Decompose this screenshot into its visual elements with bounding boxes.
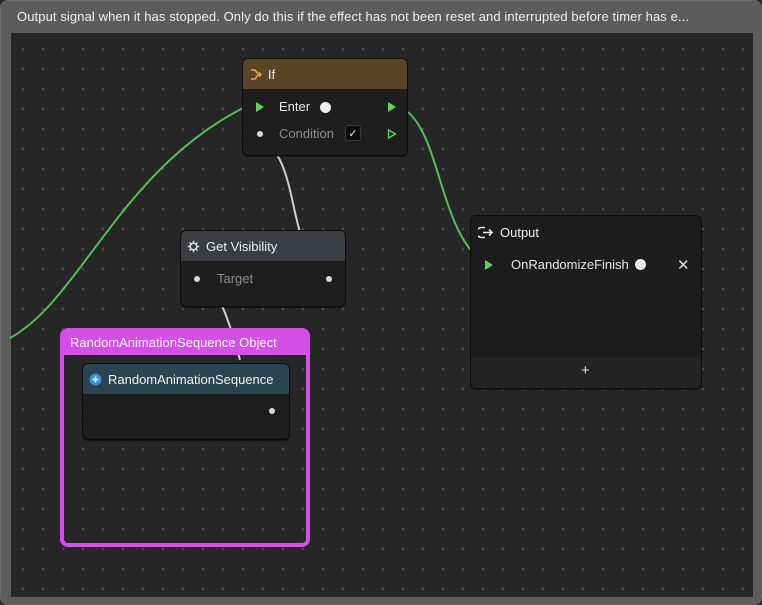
get-visibility-header[interactable]: Get Visibility [181,231,345,261]
if-enter-label: Enter [279,99,311,114]
plus-circle-icon [89,373,102,385]
if-node-title: If [268,66,276,82]
get-visibility-target-label: Target [217,271,254,286]
if-condition-in-pin[interactable] [257,131,263,137]
if-true-exec-out-pin[interactable] [388,102,396,112]
if-condition-label: Condition [279,126,334,141]
output-signal-value-pin[interactable] [635,259,646,270]
add-signal-button[interactable]: + [581,362,590,379]
random-seq-out-pin[interactable] [269,408,275,414]
output-node-header[interactable]: Output [471,216,701,248]
object-group-title: RandomAnimationSequence Object [64,332,306,355]
random-seq-header[interactable]: RandomAnimationSequence [83,364,289,394]
remove-signal-button[interactable]: ✕ [677,256,690,274]
branch-icon [251,68,262,80]
random-seq-title: RandomAnimationSequence [108,371,274,387]
random-animation-sequence-node[interactable]: RandomAnimationSequence [82,363,290,440]
frame-title: Output signal when it has stopped. Only … [17,9,690,24]
output-signal-label: OnRandomizeFinish [511,257,629,272]
output-signal-exec-pin[interactable] [485,260,493,270]
gear-icon [187,240,200,252]
get-visibility-title: Get Visibility [206,238,278,254]
if-enter-value-pin[interactable] [320,102,331,113]
get-visibility-target-in-pin[interactable] [194,276,200,282]
output-arrow-icon [478,226,494,238]
if-enter-exec-in-pin[interactable] [256,102,264,112]
if-false-exec-out-pin[interactable] [387,129,397,139]
output-node-title: Output [500,224,540,240]
get-visibility-out-pin[interactable] [326,276,332,282]
get-visibility-node[interactable]: Get Visibility [180,230,346,307]
if-node-header[interactable]: If [243,59,407,89]
if-condition-checkbox[interactable]: ✓ [345,125,361,141]
